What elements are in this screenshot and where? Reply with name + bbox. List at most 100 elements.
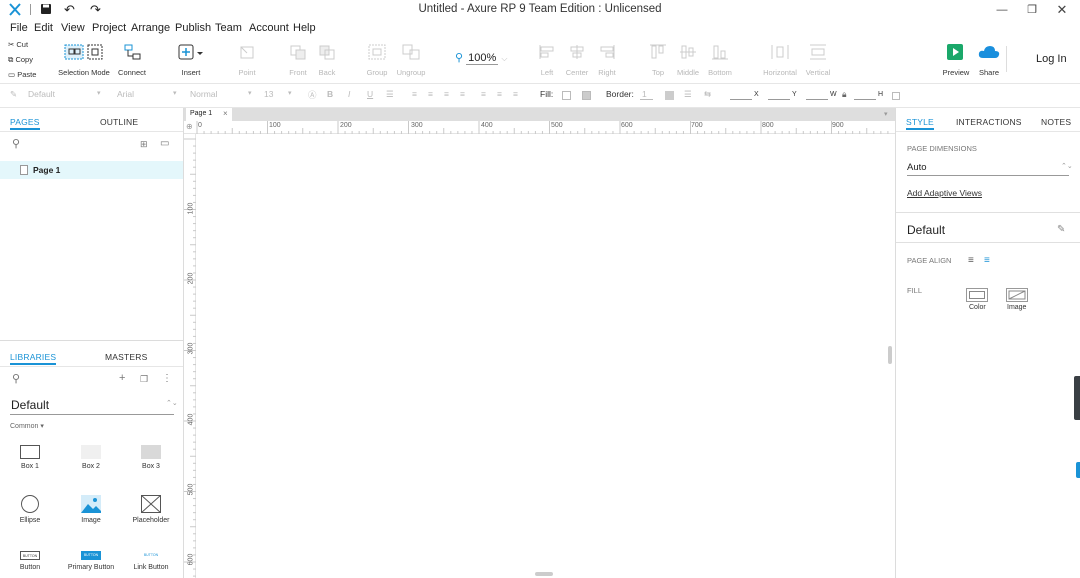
text-color-icon[interactable]: Ⓐ	[308, 89, 317, 101]
weight-select[interactable]: Normal	[190, 89, 217, 99]
minimize-icon[interactable]: —	[992, 2, 1012, 18]
add-adaptive-views-link[interactable]: Add Adaptive Views	[907, 188, 982, 198]
share-button[interactable]: Share	[959, 38, 1019, 77]
arrow-style-icon[interactable]: ⇆	[704, 89, 711, 100]
zoom-value[interactable]: 100%	[466, 52, 499, 65]
page-dimensions-select[interactable]: Auto ⌃⌄	[907, 160, 1073, 176]
font-select[interactable]: Arial	[117, 89, 134, 99]
library-stack-icon[interactable]: ❐	[140, 374, 148, 385]
valign-bottom-icon[interactable]: ≡	[513, 89, 518, 99]
border-width-input[interactable]: 1	[640, 89, 653, 100]
close-icon[interactable]: ×	[223, 109, 228, 118]
fill-image-label: Image	[1007, 304, 1027, 311]
bullet-list-icon[interactable]: ☰	[386, 89, 394, 100]
tab-page1[interactable]: Page 1 ×	[186, 108, 232, 121]
widget-box1[interactable]: Box 1	[5, 445, 55, 470]
ruler-origin-icon[interactable]: ⊕	[186, 122, 193, 131]
search-icon[interactable]: ⚲	[12, 372, 20, 385]
connect-button[interactable]: Connect	[102, 38, 162, 77]
border-style-icon[interactable]: ☰	[684, 89, 692, 100]
tab-outline[interactable]: OUTLINE	[100, 117, 138, 127]
copy-button[interactable]: ⧉ Copy	[8, 55, 33, 65]
italic-icon[interactable]: I	[348, 89, 350, 99]
valign-top-icon[interactable]: ≡	[481, 89, 486, 99]
valign-middle-icon[interactable]: ≡	[497, 89, 502, 99]
menu-team[interactable]: Team	[215, 21, 242, 36]
widget-box3[interactable]: Box 3	[126, 445, 176, 470]
align-bottom-icon	[711, 44, 729, 60]
y-input[interactable]	[768, 99, 790, 100]
text-justify-icon[interactable]: ≡	[460, 89, 465, 99]
insert-button[interactable]: Insert	[161, 38, 221, 77]
menu-edit[interactable]: Edit	[34, 21, 53, 36]
w-input[interactable]	[806, 99, 828, 100]
hidden-toggle[interactable]	[892, 92, 900, 100]
fill-color-button[interactable]	[966, 288, 988, 302]
close-icon[interactable]: ✕	[1052, 2, 1072, 18]
widget-primary-button[interactable]: BUTTON Primary Button	[66, 551, 116, 571]
vertical-scrollbar-thumb[interactable]	[888, 346, 892, 364]
cloud-icon	[978, 44, 1000, 60]
login-button[interactable]: Log In	[1036, 53, 1067, 65]
menu-publish[interactable]: Publish	[175, 21, 211, 36]
edit-style-icon[interactable]: ✎	[1057, 224, 1065, 235]
style-select[interactable]: Default	[28, 89, 55, 99]
widget-box2[interactable]: Box 2	[66, 445, 116, 470]
tab-notes[interactable]: NOTES	[1041, 117, 1071, 127]
maximize-icon[interactable]: ❐	[1022, 2, 1042, 18]
tab-interactions[interactable]: INTERACTIONS	[956, 117, 1022, 127]
search-icon[interactable]: ⚲	[12, 137, 20, 150]
menu-help[interactable]: Help	[293, 21, 316, 36]
tab-masters[interactable]: MASTERS	[105, 352, 148, 362]
align-center-page-icon[interactable]: ≡	[984, 255, 990, 266]
menu-view[interactable]: View	[61, 21, 85, 36]
widget-button[interactable]: BUTTON Button	[5, 551, 55, 571]
text-align-right-icon[interactable]: ≡	[444, 89, 449, 99]
box2-icon	[81, 445, 101, 459]
tab-style[interactable]: STYLE	[906, 117, 934, 130]
add-folder-icon[interactable]: ▭	[160, 138, 169, 149]
menu-project[interactable]: Project	[92, 21, 126, 36]
menu-arrange[interactable]: Arrange	[131, 21, 170, 36]
paste-button[interactable]: ▭ Paste	[8, 70, 36, 79]
zoom-control[interactable]: ⚲ 100% ⌵	[455, 51, 507, 65]
more-icon[interactable]: ⋮	[162, 373, 172, 384]
side-floating-button[interactable]	[1076, 462, 1080, 478]
h-input[interactable]	[854, 99, 876, 100]
page-row[interactable]: Page 1	[0, 161, 183, 179]
widget-link-button[interactable]: BUTTON Link Button	[126, 551, 176, 571]
tab-pages[interactable]: PAGES	[10, 117, 40, 130]
align-bottom-button[interactable]: Bottom	[690, 38, 750, 77]
side-widget-handle[interactable]	[1074, 376, 1080, 420]
menu-account[interactable]: Account	[249, 21, 289, 36]
align-left-page-icon[interactable]: ≡	[968, 255, 974, 266]
distribute-vertical-button[interactable]: Vertical	[788, 38, 848, 77]
title-bar: ↶ ↷ Untitled - Axure RP 9 Team Edition :…	[0, 0, 1080, 21]
font-size-select[interactable]: 13	[264, 89, 273, 99]
add-library-icon[interactable]: +	[119, 372, 125, 384]
tab-libraries[interactable]: LIBRARIES	[10, 352, 57, 365]
horizontal-scrollbar-thumb[interactable]	[535, 572, 553, 576]
library-select[interactable]: Default ⌃⌄	[10, 397, 178, 415]
ruler-tick: 700	[691, 122, 703, 129]
menu-file[interactable]: File	[10, 21, 28, 36]
cut-button[interactable]: ✂ Cut	[8, 40, 28, 49]
widget-placeholder[interactable]: Placeholder	[126, 495, 176, 524]
lock-icon[interactable]: 🔒︎	[842, 89, 847, 100]
fill-image-button[interactable]	[1006, 288, 1028, 302]
fill-shadow-swatch[interactable]	[582, 91, 591, 100]
text-align-center-icon[interactable]: ≡	[428, 89, 433, 99]
underline-icon[interactable]: U	[367, 89, 373, 99]
fill-color-swatch[interactable]	[562, 91, 571, 100]
x-input[interactable]	[730, 99, 752, 100]
add-page-icon[interactable]: ⊞	[140, 139, 148, 150]
widget-ellipse[interactable]: Ellipse	[5, 495, 55, 524]
ungroup-button[interactable]: Ungroup	[381, 38, 441, 77]
chevron-down-icon[interactable]: ▾	[884, 110, 888, 118]
widget-label: Box 3	[142, 463, 160, 470]
border-color-swatch[interactable]	[665, 91, 674, 100]
common-group[interactable]: Common ▾	[10, 422, 44, 430]
bold-icon[interactable]: B	[327, 89, 333, 99]
text-align-left-icon[interactable]: ≡	[412, 89, 417, 99]
widget-image[interactable]: Image	[66, 495, 116, 524]
